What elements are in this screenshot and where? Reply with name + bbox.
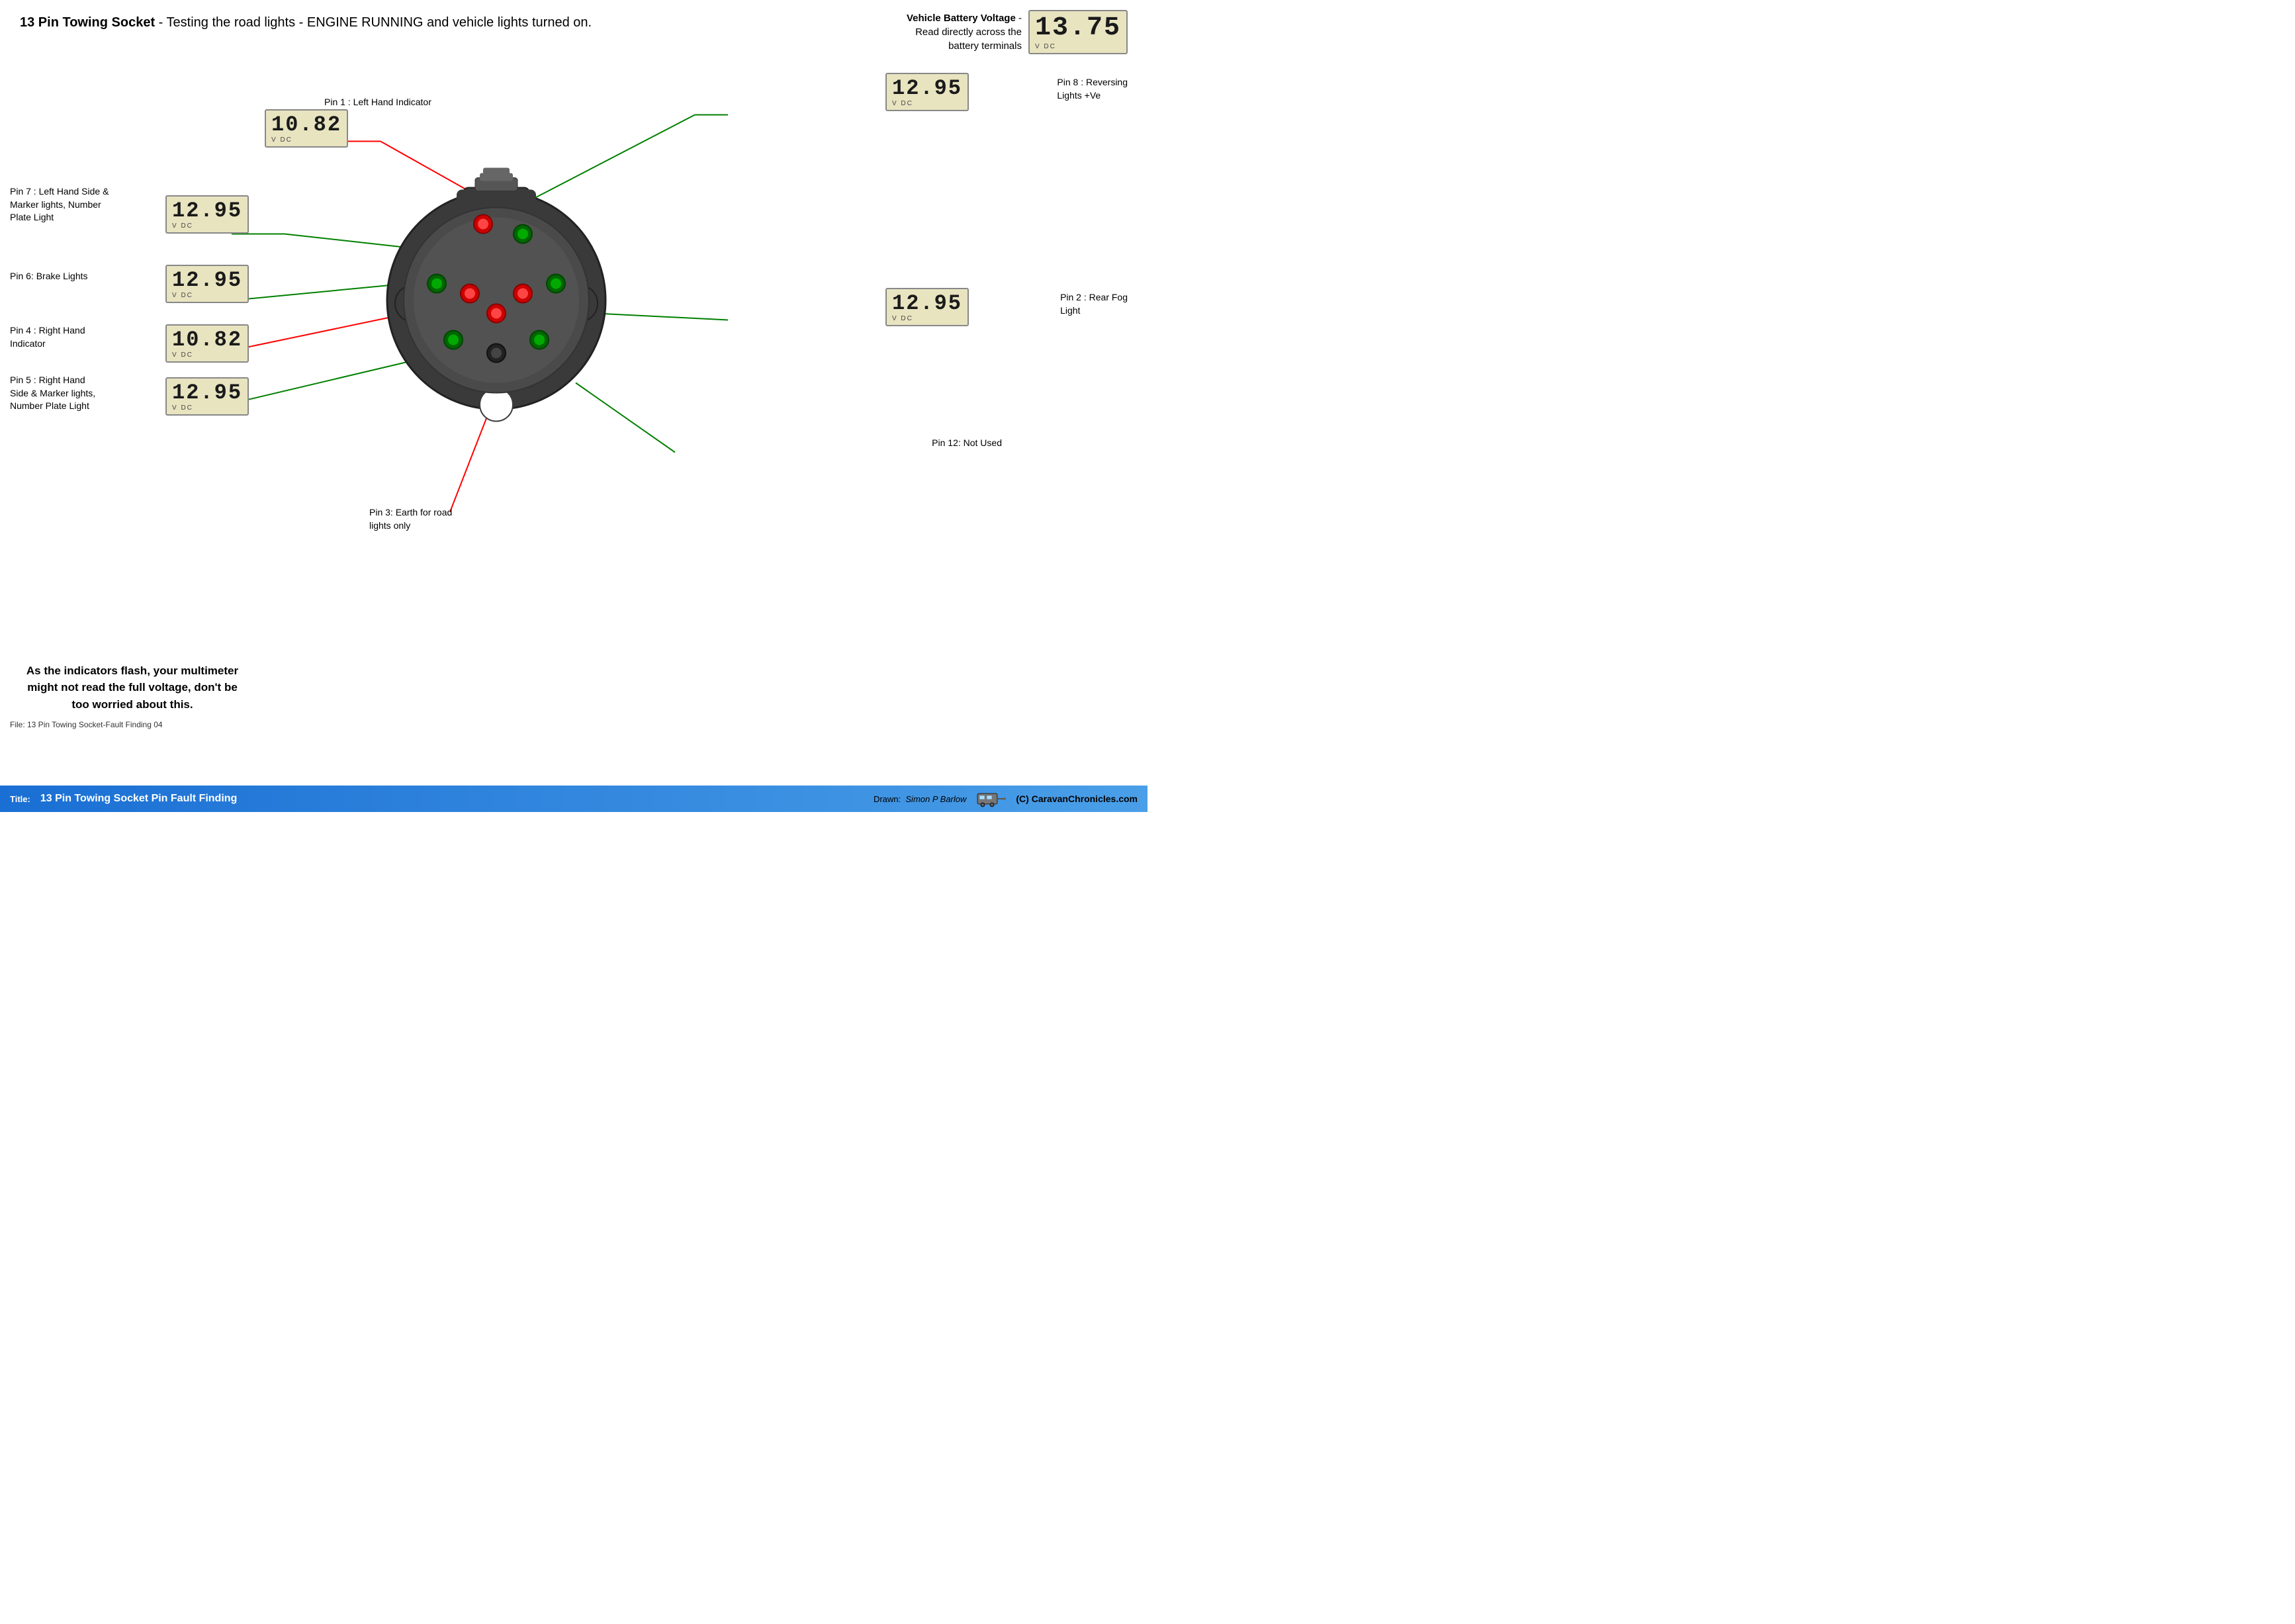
- footer-drawn: Drawn: Simon P Barlow: [874, 794, 966, 804]
- pin7-lcd: 12.95 V DC: [165, 195, 249, 234]
- pin2-lcd: 12.95 V DC: [885, 288, 969, 326]
- pin2-label: Pin 2 : Rear FogLight: [1060, 291, 1128, 317]
- pin6-label: Pin 6: Brake Lights: [10, 270, 88, 283]
- pin6-value: 12.95: [172, 269, 242, 292]
- footer-bar: Title: 13 Pin Towing Socket Pin Fault Fi…: [0, 786, 1148, 812]
- pin1-value: 10.82: [271, 113, 341, 136]
- pin1-unit: V DC: [271, 136, 292, 144]
- pin4-value: 10.82: [172, 328, 242, 351]
- footer-title-text: 13 Pin Towing Socket Pin Fault Finding: [40, 793, 238, 805]
- bottom-note: As the indicators flash, your multimeter…: [20, 662, 245, 713]
- file-label: File: 13 Pin Towing Socket-Fault Finding…: [10, 720, 163, 729]
- pin5-lcd: 12.95 V DC: [165, 377, 249, 416]
- pin7-label: Pin 7 : Left Hand Side &Marker lights, N…: [10, 185, 109, 224]
- caravan-icon: [976, 791, 1006, 807]
- main-content: 13 Pin Towing Socket - Testing the road …: [0, 0, 1148, 772]
- pin8-unit: V DC: [892, 100, 913, 107]
- pin7-value: 12.95: [172, 199, 242, 222]
- pin6-unit: V DC: [172, 292, 193, 299]
- pin12-label: Pin 12: Not Used: [932, 437, 1002, 450]
- pin6-lcd: 12.95 V DC: [165, 265, 249, 303]
- pin3-label: Pin 3: Earth for roadlights only: [369, 506, 452, 532]
- footer-title-label: Title:: [10, 794, 30, 804]
- pin8-label: Pin 8 : ReversingLights +Ve: [1057, 76, 1128, 102]
- footer-drawn-name: Simon P Barlow: [905, 794, 966, 804]
- pin4-lcd: 10.82 V DC: [165, 324, 249, 363]
- pin4-label: Pin 4 : Right HandIndicator: [10, 324, 85, 350]
- pin2-value: 12.95: [892, 292, 962, 315]
- pin1-label: Pin 1 : Left Hand Indicator: [324, 96, 431, 109]
- footer-logo: [976, 791, 1006, 807]
- pin5-value: 12.95: [172, 381, 242, 404]
- pin2-unit: V DC: [892, 315, 913, 322]
- footer-drawn-label: Drawn:: [874, 794, 901, 804]
- pin4-unit: V DC: [172, 351, 193, 359]
- footer-right: Drawn: Simon P Barlow (C) CaravanChronic…: [874, 791, 1138, 807]
- pin8-lcd: 12.95 V DC: [885, 73, 969, 111]
- bottom-note-text: As the indicators flash, your multimeter…: [26, 664, 238, 711]
- pin7-unit: V DC: [172, 222, 193, 230]
- pin5-unit: V DC: [172, 404, 193, 412]
- pin1-lcd: 10.82 V DC: [265, 109, 348, 148]
- pin5-label: Pin 5 : Right HandSide & Marker lights,N…: [10, 374, 95, 413]
- pin8-value: 12.95: [892, 77, 962, 100]
- footer-brand: (C) CaravanChronicles.com: [1016, 793, 1138, 804]
